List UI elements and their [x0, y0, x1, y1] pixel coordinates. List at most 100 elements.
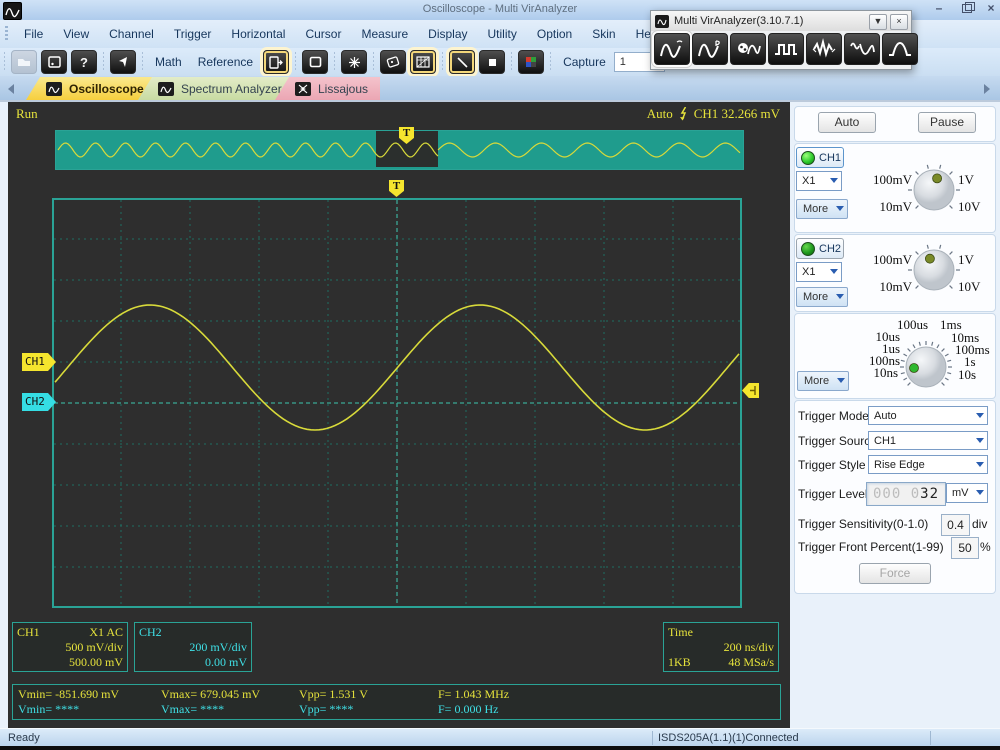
tab-oscilloscope[interactable]: Oscilloscope [26, 77, 156, 100]
tab-spectrum-analyzer[interactable]: Spectrum Analyzer [138, 77, 294, 100]
tab-label: Oscilloscope [69, 81, 144, 96]
trigger-front-input[interactable]: 50 [951, 537, 979, 559]
tab-scroll-left-button[interactable] [8, 84, 14, 94]
close-button[interactable]: × [980, 1, 1000, 16]
separator [373, 52, 375, 72]
force-trigger-button[interactable]: Force [859, 563, 931, 584]
ch1-enable-button[interactable]: CH1 [796, 147, 844, 168]
trigger-level-label: Trigger Level [798, 487, 868, 501]
knob-tick [941, 382, 945, 386]
spectrum-icon[interactable] [692, 33, 728, 65]
pause-panel-button[interactable]: Pause [918, 112, 976, 133]
menu-file[interactable]: File [14, 24, 53, 44]
tab-label: Spectrum Analyzer [181, 81, 282, 96]
knob-tick [926, 164, 929, 169]
ch2-vmin: Vmin= **** [18, 702, 80, 716]
stop-button[interactable] [479, 50, 506, 74]
waveform-icon [158, 81, 174, 96]
trigger-level-unit-select[interactable]: mV [946, 483, 988, 503]
line-draw-button[interactable] [449, 50, 476, 74]
toolbar-grip [5, 26, 8, 42]
filter-icon[interactable] [882, 33, 918, 65]
ch1-name: CH1 [17, 625, 40, 639]
ch2-volts-div-knob[interactable] [906, 242, 962, 303]
ch2-enable-button[interactable]: CH2 [796, 238, 844, 259]
menu-view[interactable]: View [53, 24, 99, 44]
waveform-display[interactable] [52, 198, 742, 608]
window-frame [0, 102, 8, 728]
ch1-probe-select[interactable]: X1 [796, 171, 842, 191]
auto-button[interactable]: Auto [818, 112, 876, 133]
dropdown-button[interactable]: ▼ [869, 14, 887, 30]
ch1-vmax: Vmax= 679.045 mV [161, 687, 261, 701]
save-button[interactable] [41, 50, 67, 74]
ch2-knob-label: 100mV [873, 252, 912, 267]
fullscreen-button[interactable] [302, 50, 329, 74]
sweep-icon[interactable] [844, 33, 880, 65]
side-panel-toggle-button[interactable] [263, 50, 290, 74]
math-button[interactable]: Math [147, 55, 190, 69]
lissajous-icon [295, 81, 311, 96]
ch2-probe-select[interactable]: X1 [796, 262, 842, 282]
capture-count-value: 1 [619, 56, 626, 68]
ch1-more-dropdown[interactable]: More [796, 199, 848, 219]
preview-trace-right [437, 142, 741, 158]
ch1-more-label: More [803, 203, 829, 215]
trigger-source-select[interactable]: CH1 [868, 431, 988, 450]
knob-tick [915, 285, 919, 289]
trigger-mode-label: Trigger Mode [798, 409, 869, 423]
restore-button[interactable] [955, 1, 977, 16]
timebase-knob[interactable] [898, 339, 954, 400]
trigger-front-unit: % [980, 540, 991, 554]
oscilloscope-icon[interactable] [654, 33, 690, 65]
trigger-style-select[interactable]: Rise Edge [868, 455, 988, 474]
reference-button[interactable]: Reference [190, 55, 261, 69]
menu-option[interactable]: Option [527, 24, 582, 44]
menu-trigger[interactable]: Trigger [164, 24, 222, 44]
data-recorder-icon[interactable] [806, 33, 842, 65]
status-message: Ready [8, 732, 40, 744]
ch1-vpp: Vpp= 1.531 V [299, 687, 368, 701]
tab-lissajous[interactable]: Lissajous [275, 77, 381, 100]
knob-tick [918, 341, 921, 346]
trigger-sensitivity-input[interactable]: 0.4 [941, 514, 970, 536]
menu-measure[interactable]: Measure [351, 24, 418, 44]
knob-body[interactable] [913, 249, 955, 291]
knob-tick [903, 353, 908, 357]
ch1-volts-div-knob[interactable] [906, 162, 962, 223]
close-button[interactable]: × [890, 14, 908, 30]
logic-analyzer-icon[interactable] [768, 33, 804, 65]
knob-tick [931, 341, 934, 346]
menu-skin[interactable]: Skin [582, 24, 625, 44]
pointer-button[interactable] [110, 50, 136, 74]
screenshot-button[interactable] [410, 50, 437, 74]
ch1-led-icon [801, 150, 815, 165]
open-button[interactable] [11, 50, 37, 74]
menu-channel[interactable]: Channel [99, 24, 164, 44]
timebase-more-dropdown[interactable]: More [797, 371, 849, 391]
trigger-level-display[interactable]: 000 032 [866, 482, 946, 506]
tab-scroll-right-button[interactable] [984, 84, 990, 94]
ch1-knob-label: 100mV [873, 172, 912, 187]
menu-display[interactable]: Display [418, 24, 477, 44]
center-waveform-button[interactable] [341, 50, 368, 74]
knob-tick [915, 251, 919, 255]
lissajous-icon[interactable] [730, 33, 766, 65]
color-settings-button[interactable] [518, 50, 545, 74]
help-button[interactable]: ? [71, 50, 97, 74]
minimize-button[interactable]: – [928, 1, 950, 16]
ch2-more-dropdown[interactable]: More [796, 287, 848, 307]
menu-cursor[interactable]: Cursor [295, 24, 351, 44]
chevron-down-icon [836, 206, 844, 211]
ch2-knob-label: 10V [958, 279, 981, 294]
knob-tick [947, 372, 952, 375]
trigger-mode-select[interactable]: Auto [868, 406, 988, 425]
ch1-knob-label: 10V [958, 199, 981, 214]
menu-horizontal[interactable]: Horizontal [221, 24, 295, 44]
chevron-down-icon [976, 413, 984, 418]
ch1-knob-label: 1V [958, 172, 974, 187]
floating-window-titlebar[interactable]: Multi VirAnalyzer(3.10.7.1) ▼ × [651, 11, 911, 31]
probe-calibration-button[interactable] [380, 50, 407, 74]
separator [511, 52, 513, 72]
menu-utility[interactable]: Utility [478, 24, 527, 44]
